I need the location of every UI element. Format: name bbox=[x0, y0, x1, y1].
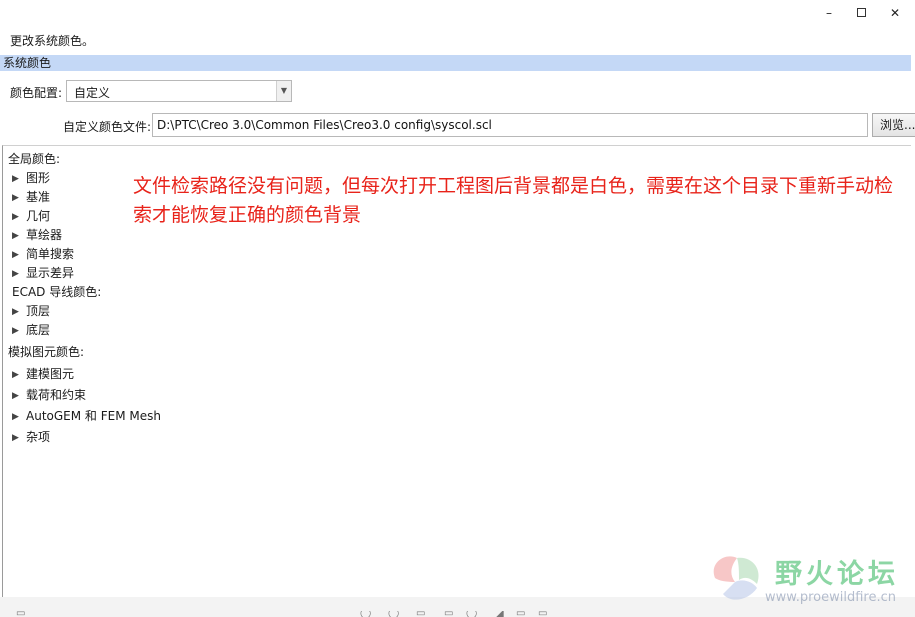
red-annotation-text: 文件检索路径没有问题，但每次打开工程图后背景都是白色，需要在这个目录下重新手动检… bbox=[133, 175, 894, 226]
chevron-down-icon[interactable]: ▼ bbox=[276, 81, 291, 101]
close-button[interactable]: ✕ bbox=[880, 3, 910, 23]
tree-category-simulation: 模拟图元颜色: bbox=[8, 345, 85, 359]
color-scheme-select[interactable]: 自定义 ▼ bbox=[66, 80, 292, 102]
expand-arrow-icon[interactable]: ▶ bbox=[12, 269, 26, 279]
tree-item-label: 几何 bbox=[26, 209, 51, 223]
flame-logo-icon bbox=[713, 556, 759, 600]
section-header: 系统颜色 bbox=[0, 55, 911, 71]
tree-item-label: 草绘器 bbox=[26, 228, 63, 242]
expand-arrow-icon[interactable]: ▶ bbox=[12, 391, 26, 401]
tree-item-autogem-fem[interactable]: ▶ AutoGEM 和 FEM Mesh bbox=[12, 407, 161, 424]
watermark-title: 野火论坛 bbox=[775, 559, 899, 590]
toolbar-icon[interactable]: ◯ bbox=[466, 611, 478, 617]
tree-item-label: AutoGEM 和 FEM Mesh bbox=[26, 409, 161, 423]
tree-item-label: 图形 bbox=[26, 171, 51, 185]
tree-item-bottom-layer[interactable]: ▶ 底层 bbox=[12, 321, 50, 338]
section-title: 系统颜色 bbox=[3, 56, 52, 70]
tree-item-label: 简单搜索 bbox=[26, 247, 75, 261]
toolbar-icon[interactable]: ▭ bbox=[16, 611, 28, 617]
tree-category-ecad: ECAD 导线颜色: bbox=[12, 285, 102, 299]
tree-item-label: 杂项 bbox=[26, 430, 51, 444]
expand-arrow-icon[interactable]: ▶ bbox=[12, 250, 26, 260]
color-scheme-label: 颜色配置: bbox=[10, 86, 63, 100]
tree-item-label: 显示差异 bbox=[26, 266, 75, 280]
toolbar-icon[interactable]: ◢ bbox=[496, 611, 508, 617]
tree-item-geometry[interactable]: ▶ 几何 bbox=[12, 207, 50, 224]
browse-button[interactable]: 浏览... bbox=[872, 113, 915, 137]
expand-arrow-icon[interactable]: ▶ bbox=[12, 433, 26, 443]
expand-arrow-icon[interactable]: ▶ bbox=[12, 193, 26, 203]
tree-item-misc[interactable]: ▶ 杂项 bbox=[12, 428, 50, 445]
expand-arrow-icon[interactable]: ▶ bbox=[12, 174, 26, 184]
maximize-button[interactable] bbox=[846, 3, 876, 23]
minimize-button[interactable]: – bbox=[814, 3, 844, 23]
toolbar-icon[interactable]: ◯ bbox=[388, 611, 400, 617]
tree-category-global: 全局颜色: bbox=[8, 152, 61, 166]
toolbar-icon[interactable]: ▭ bbox=[538, 611, 550, 617]
tree-item-loads-constraints[interactable]: ▶ 载荷和约束 bbox=[12, 386, 86, 403]
color-scheme-value: 自定义 bbox=[74, 86, 111, 100]
expand-arrow-icon[interactable]: ▶ bbox=[12, 412, 26, 422]
forum-watermark: 野火论坛 www.proewildfire.cn bbox=[705, 548, 915, 610]
toolbar-icon[interactable]: ▭ bbox=[444, 611, 456, 617]
title-bar: – ✕ bbox=[0, 0, 915, 26]
expand-arrow-icon[interactable]: ▶ bbox=[12, 370, 26, 380]
tree-item-show-diff[interactable]: ▶ 显示差异 bbox=[12, 264, 74, 281]
custom-file-label: 自定义颜色文件: bbox=[63, 120, 152, 134]
tree-item-label: 载荷和约束 bbox=[26, 388, 87, 402]
tree-item-graphics[interactable]: ▶ 图形 bbox=[12, 169, 50, 186]
expand-arrow-icon[interactable]: ▶ bbox=[12, 212, 26, 222]
toolbar-icon[interactable]: ▭ bbox=[516, 611, 528, 617]
tree-item-label: 顶层 bbox=[26, 304, 51, 318]
expand-arrow-icon[interactable]: ▶ bbox=[12, 231, 26, 241]
tree-item-sketcher[interactable]: ▶ 草绘器 bbox=[12, 226, 62, 243]
maximize-icon bbox=[856, 8, 866, 17]
toolbar-icon[interactable]: ◯ bbox=[360, 611, 372, 617]
tree-item-label: 底层 bbox=[26, 323, 51, 337]
toolbar-icon[interactable]: ▭ bbox=[416, 611, 428, 617]
tree-item-datum[interactable]: ▶ 基准 bbox=[12, 188, 50, 205]
tree-item-top-layer[interactable]: ▶ 顶层 bbox=[12, 302, 50, 319]
expand-arrow-icon[interactable]: ▶ bbox=[12, 307, 26, 317]
expand-arrow-icon[interactable]: ▶ bbox=[12, 326, 26, 336]
tree-item-label: 建模图元 bbox=[26, 367, 75, 381]
tree-item-modeling-entities[interactable]: ▶ 建模图元 bbox=[12, 365, 74, 382]
tree-item-label: 基准 bbox=[26, 190, 51, 204]
tree-item-simple-search[interactable]: ▶ 简单搜索 bbox=[12, 245, 74, 262]
custom-file-path-input[interactable]: D:\PTC\Creo 3.0\Common Files\Creo3.0 con… bbox=[152, 113, 868, 137]
page-description: 更改系统颜色。 bbox=[10, 34, 95, 48]
watermark-url: www.proewildfire.cn bbox=[765, 590, 896, 605]
